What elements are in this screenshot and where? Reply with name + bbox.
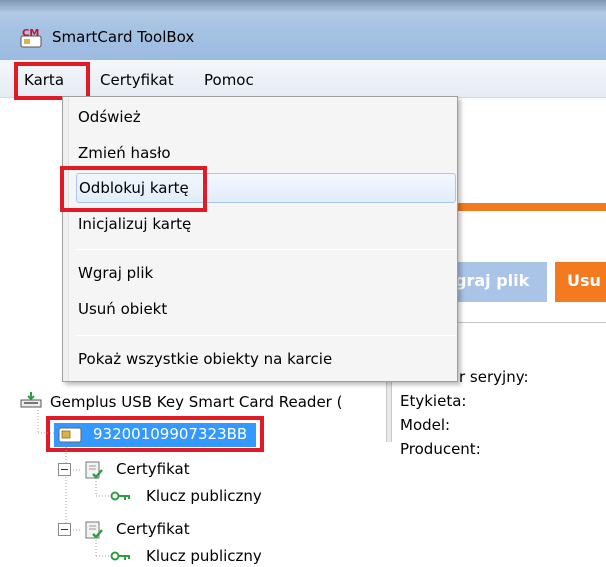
menu-item-initialize-card[interactable]: Inicjalizuj kartę (76, 210, 456, 240)
menu-separator (76, 335, 456, 336)
tree-item-certificate-1[interactable]: Certyfikat (116, 460, 190, 478)
tree-item-public-key-1[interactable]: Klucz publiczny (146, 487, 262, 505)
menu-item-refresh[interactable]: Odśwież (76, 103, 456, 133)
collapse-toggle-icon[interactable] (58, 523, 72, 537)
certificate-icon (85, 521, 103, 539)
certificate-icon (85, 461, 103, 479)
karta-dropdown-menu: Odśwież Zmień hasło Odblokuj kartę Inicj… (62, 96, 458, 382)
menu-item-show-all-objects[interactable]: Pokaż wszystkie obiekty na karcie (76, 345, 456, 375)
menu-item-upload-file[interactable]: Wgraj plik (76, 259, 456, 289)
highlight-box-unblock (60, 166, 207, 212)
collapse-toggle-icon[interactable] (58, 463, 72, 477)
tree-item-certificate-2[interactable]: Certyfikat (116, 520, 190, 538)
menu-separator (76, 249, 456, 250)
tree-item-public-key-2[interactable]: Klucz publiczny (146, 547, 262, 565)
menu-item-change-password[interactable]: Zmień hasło (76, 139, 456, 169)
menu-item-delete-object[interactable]: Usuń obiekt (76, 295, 456, 325)
key-icon (110, 491, 130, 501)
menu-gutter (63, 97, 69, 381)
key-icon (110, 551, 130, 561)
